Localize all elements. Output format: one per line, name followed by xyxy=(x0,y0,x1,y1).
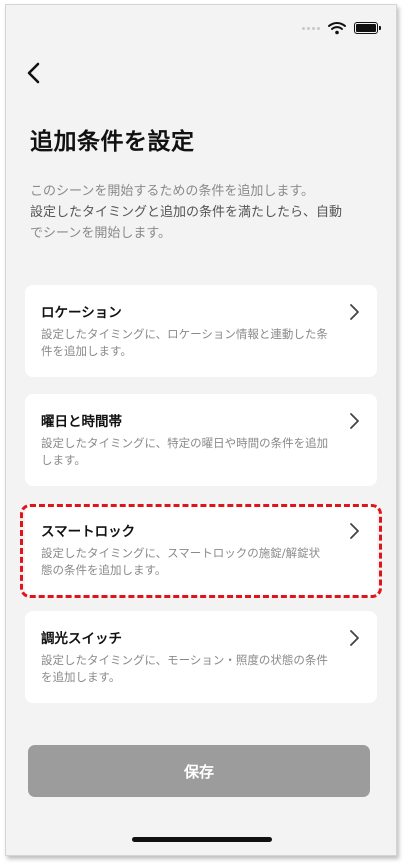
wifi-icon xyxy=(328,22,346,35)
description-line-2: 設定したタイミングと追加の条件を満たしたら、自動 xyxy=(30,205,343,220)
home-indicator xyxy=(132,837,272,842)
condition-title: 曜日と時間帯 xyxy=(41,414,122,430)
condition-title: 調光スイッチ xyxy=(41,631,122,647)
condition-description: 設定したタイミングに、モーション・照度の状態の条件を追加します。 xyxy=(41,653,328,684)
description-line-3: でシーンを開始します。 xyxy=(30,226,172,241)
condition-card-dimmer-switch[interactable]: 調光スイッチ 設定したタイミングに、モーション・照度の状態の条件を追加します。 xyxy=(25,611,377,703)
description-line-1: このシーンを開始するための条件を追加します。 xyxy=(30,184,315,199)
page-title: 追加条件を設定 xyxy=(30,129,195,155)
condition-description: 設定したタイミングに、特定の曜日や時間の条件を追加します。 xyxy=(41,436,329,467)
page-description: このシーンを開始するための条件を追加します。 設定したタイミングと追加の条件を満… xyxy=(30,181,375,244)
condition-title: ロケーション xyxy=(41,305,122,321)
signal-dots-icon xyxy=(302,26,320,30)
condition-card-location[interactable]: ロケーション 設定したタイミングに、ロケーション情報と連動した条件を追加します。 xyxy=(25,285,377,377)
save-button[interactable]: 保存 xyxy=(28,745,370,797)
chevron-left-icon xyxy=(27,62,40,84)
condition-card-smart-lock[interactable]: スマートロック 設定したタイミングに、スマートロックの施錠/解錠状態の条件を追加… xyxy=(25,504,377,596)
condition-description: 設定したタイミングに、ロケーション情報と連動した条件を追加します。 xyxy=(41,327,328,358)
chevron-right-icon xyxy=(347,303,361,321)
chevron-right-icon xyxy=(347,412,361,430)
back-button[interactable] xyxy=(20,59,48,87)
phone-screen: 追加条件を設定 このシーンを開始するための条件を追加します。 設定したタイミング… xyxy=(5,4,397,856)
chevron-right-icon xyxy=(347,522,361,540)
battery-icon xyxy=(354,22,381,34)
condition-card-day-time[interactable]: 曜日と時間帯 設定したタイミングに、特定の曜日や時間の条件を追加します。 xyxy=(25,394,377,486)
status-bar xyxy=(302,21,381,35)
condition-description: 設定したタイミングに、スマートロックの施錠/解錠状態の条件を追加します。 xyxy=(41,546,321,577)
condition-title: スマートロック xyxy=(41,524,136,540)
chevron-right-icon xyxy=(347,629,361,647)
